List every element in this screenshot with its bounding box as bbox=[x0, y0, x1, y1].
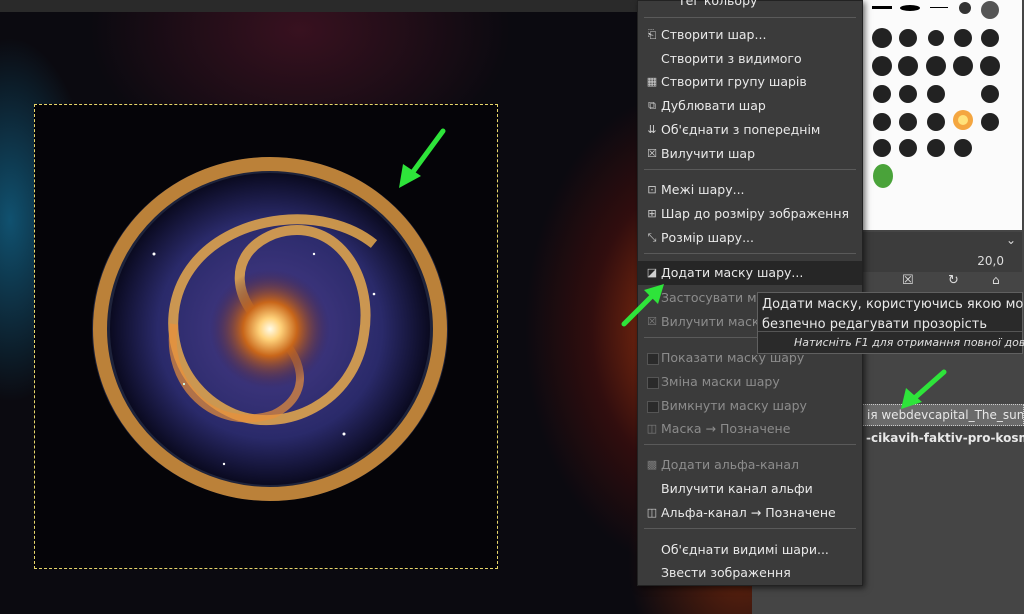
menu-separator bbox=[644, 444, 856, 445]
menu-item-merge-down[interactable]: ⇊ Об'єднати з попереднім bbox=[638, 118, 862, 142]
checkbox-icon[interactable] bbox=[647, 401, 659, 413]
menu-item-label: Додати маску шару... bbox=[661, 265, 804, 280]
menu-item-new-from-visible[interactable]: Створити з видимого bbox=[638, 47, 862, 71]
refresh-icon[interactable]: ↻ bbox=[948, 273, 959, 288]
open-folder-icon[interactable]: ⌂ bbox=[992, 273, 1000, 287]
menu-item-label: Створити з видимого bbox=[661, 51, 802, 66]
spacing-value[interactable]: 20,0 bbox=[977, 254, 1004, 268]
tooltip-help: Натисніть F1 для отримання повної довідк… bbox=[794, 336, 1024, 349]
green-arrow-icon bbox=[621, 284, 664, 327]
menu-item-alpha-to-selection[interactable]: ◫ Альфа-канал → Позначене bbox=[638, 501, 862, 525]
menu-item-delete-layer[interactable]: ☒ Вилучити шар bbox=[638, 142, 862, 166]
layer-group-icon: ▦ bbox=[646, 75, 658, 88]
menu-item-label: Об'єднати з попереднім bbox=[661, 122, 821, 137]
menu-item-label: Створити шар... bbox=[661, 27, 767, 42]
menu-item-duplicate-layer[interactable]: ⧉ Дублювати шар bbox=[638, 94, 862, 118]
brush-filter-row[interactable]: ⌄ bbox=[862, 232, 1022, 252]
delete-brush-icon[interactable]: ☒ bbox=[902, 273, 914, 288]
menu-item-label: Дублювати шар bbox=[661, 98, 766, 113]
tooltip-separator bbox=[758, 331, 1022, 332]
tooltip-text: Додати маску, користуючись якою можна бе… bbox=[762, 297, 1024, 332]
menu-item-add-layer-mask[interactable]: ◪ Додати маску шару... bbox=[638, 261, 862, 285]
brushes-panel[interactable] bbox=[862, 0, 1022, 230]
layer-name: -cikavih-faktiv-pro-kosmos.j bbox=[866, 431, 1024, 445]
add-mask-icon: ◪ bbox=[646, 266, 658, 279]
menu-item-layer-boundary[interactable]: ⊡ Межі шару... bbox=[638, 178, 862, 202]
menu-item-label: Зміна маски шару bbox=[661, 374, 780, 389]
green-arrow-icon bbox=[399, 128, 446, 188]
layer-row-image[interactable]: -cikavih-faktiv-pro-kosmos.j bbox=[862, 428, 1024, 450]
menu-item-label: Вилучити канал альфи bbox=[661, 481, 813, 496]
brush-grid-icon[interactable] bbox=[868, 0, 1018, 200]
menu-item-label: Створити групу шарів bbox=[661, 74, 807, 89]
menu-item-remove-alpha[interactable]: Вилучити канал альфи bbox=[638, 477, 862, 501]
green-arrow-icon bbox=[901, 369, 947, 409]
spacing-row[interactable]: 20,0 bbox=[862, 252, 1022, 272]
scale-layer-icon: ⤡ bbox=[647, 231, 657, 244]
layer-boundary-icon: ⊡ bbox=[647, 183, 657, 196]
menu-item-new-layer-group[interactable]: ▦ Створити групу шарів bbox=[638, 70, 862, 94]
menu-item-label: Вимкнути маску шару bbox=[661, 398, 807, 413]
duplicate-layer-icon: ⧉ bbox=[648, 99, 656, 112]
menu-item-color-tag[interactable]: Тег кольору bbox=[638, 0, 862, 13]
menu-item-label: Тег кольору bbox=[678, 0, 758, 8]
menu-item-new-layer[interactable]: ⎗ Створити шар... bbox=[638, 23, 862, 47]
menu-item-scale-layer[interactable]: ⤡ Розмір шару... bbox=[638, 226, 862, 250]
alpha-to-selection-icon: ◫ bbox=[646, 506, 658, 519]
menu-item-label: Звести зображення bbox=[661, 565, 791, 580]
menu-separator bbox=[644, 17, 856, 18]
menu-item-edit-mask[interactable]: Зміна маски шару bbox=[638, 370, 862, 394]
merge-down-icon: ⇊ bbox=[647, 123, 657, 136]
brush-actions-row: ☒ ↻ ⌂ bbox=[862, 272, 1022, 292]
menu-item-label: Межі шару... bbox=[661, 182, 745, 197]
mask-to-selection-icon: ◫ bbox=[646, 422, 658, 435]
menu-item-label: Маска → Позначене bbox=[661, 421, 791, 436]
menu-item-label: Розмір шару... bbox=[661, 230, 754, 245]
checkbox-icon[interactable] bbox=[647, 377, 659, 389]
menu-separator bbox=[644, 528, 856, 529]
menu-item-mask-to-selection[interactable]: ◫ Маска → Позначене bbox=[638, 417, 862, 441]
menu-item-flatten-image[interactable]: Звести зображення bbox=[638, 561, 862, 585]
alpha-icon: ▩ bbox=[646, 458, 658, 471]
menu-separator bbox=[644, 253, 856, 254]
menu-item-label: Додати альфа-канал bbox=[661, 457, 800, 472]
checkbox-icon[interactable] bbox=[647, 353, 659, 365]
tooltip: Додати маску, користуючись якою можна бе… bbox=[757, 292, 1024, 354]
menu-item-disable-mask[interactable]: Вимкнути маску шару bbox=[638, 394, 862, 418]
delete-layer-icon: ☒ bbox=[647, 147, 657, 160]
menu-separator bbox=[644, 169, 856, 170]
menu-item-label: Об'єднати видимі шари... bbox=[661, 542, 829, 557]
menu-item-merge-visible[interactable]: Об'єднати видимі шари... bbox=[638, 538, 862, 562]
layer-to-image-size-icon: ⊞ bbox=[647, 207, 657, 220]
menu-item-label: Шар до розміру зображення bbox=[661, 206, 850, 221]
chevron-down-icon[interactable]: ⌄ bbox=[1006, 233, 1016, 247]
menu-item-add-alpha[interactable]: ▩ Додати альфа-канал bbox=[638, 453, 862, 477]
menu-item-label: Вилучити шар bbox=[661, 146, 756, 161]
menu-item-layer-to-image-size[interactable]: ⊞ Шар до розміру зображення bbox=[638, 202, 862, 226]
menu-item-label: Альфа-канал → Позначене bbox=[661, 505, 836, 520]
new-layer-icon: ⎗ bbox=[647, 28, 657, 41]
